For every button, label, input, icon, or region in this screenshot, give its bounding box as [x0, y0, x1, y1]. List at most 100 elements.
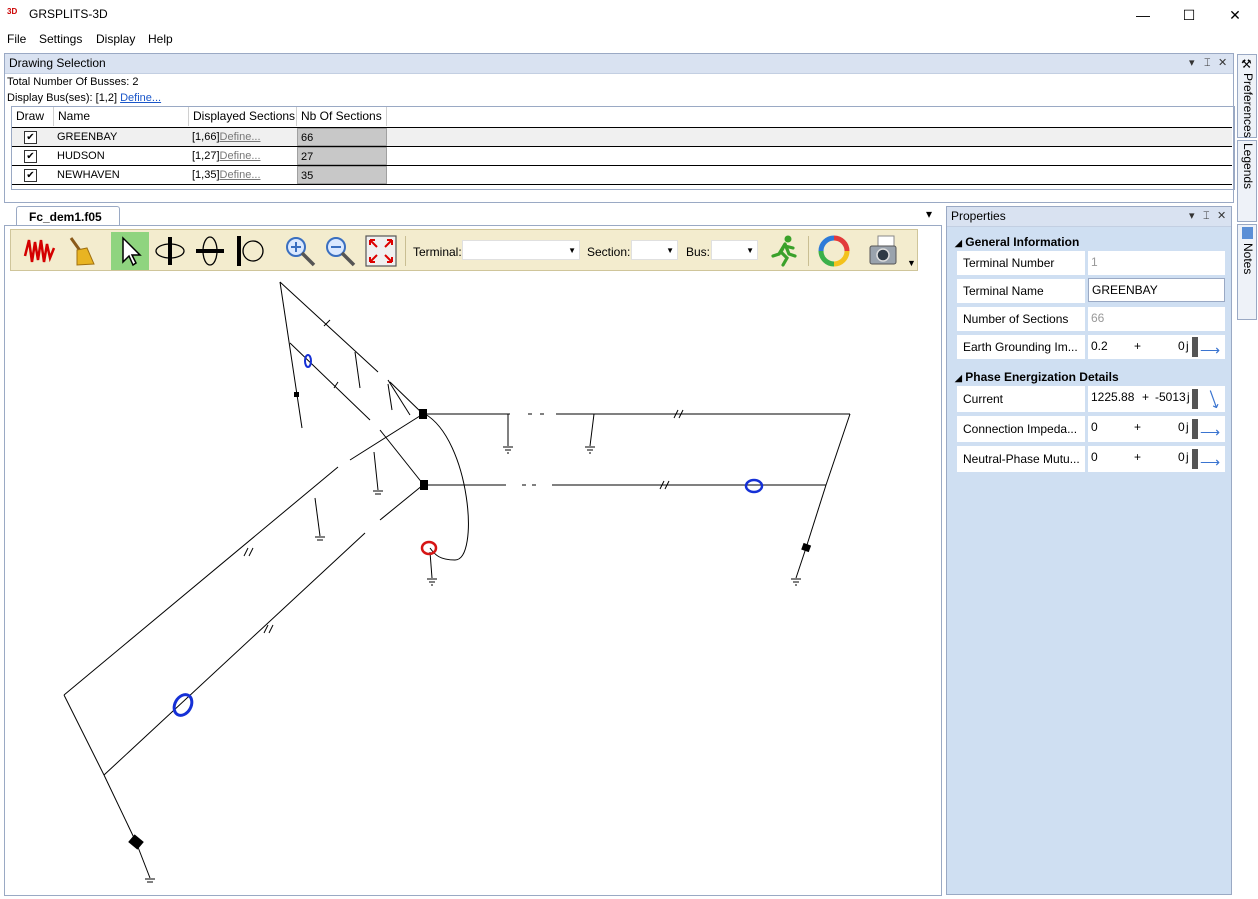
j-unit: j — [1186, 339, 1189, 353]
chevron-down-icon: ▼ — [746, 246, 754, 255]
col-displayed-sections[interactable]: Displayed Sections — [189, 107, 297, 126]
energization-marker-red[interactable] — [420, 540, 438, 556]
table-row[interactable]: ✔ HUDSON [1,27]Define... 27 — [12, 146, 1232, 165]
maximize-button[interactable]: ☐ — [1166, 0, 1212, 30]
arrow-down-icon[interactable]: ⟶ — [1200, 386, 1228, 412]
drawing-selection-header: Drawing Selection ▾ ⌶ ✕ — [5, 54, 1233, 74]
tab-fc-dem1[interactable]: Fc_dem1.f05 ✕ — [16, 206, 120, 244]
general-information-section[interactable]: ◢ General Information — [955, 235, 1079, 249]
arrow-right-icon[interactable]: ⟶ — [1200, 451, 1220, 473]
draw-checkbox[interactable]: ✔ — [24, 169, 37, 182]
notes-icon — [1242, 227, 1253, 239]
menu-settings[interactable]: Settings — [39, 32, 82, 46]
toolbar-overflow-icon[interactable]: ▼ — [907, 258, 916, 268]
displayed-sections: [1,35]Define... — [192, 169, 261, 181]
phase-energization-section[interactable]: ◢ Phase Energization Details — [955, 370, 1119, 384]
rotate-axis-icon[interactable] — [233, 234, 267, 268]
imag-part: 0 — [1178, 450, 1185, 464]
displayed-sections: [1,27]Define... — [192, 150, 261, 162]
dropdown-icon[interactable]: ▾ — [1189, 54, 1195, 73]
grounding-network-drawing[interactable] — [5, 272, 935, 890]
nb-sections[interactable]: 27 — [297, 147, 387, 165]
arrow-right-icon[interactable]: ⟶ — [1200, 339, 1220, 361]
rotate-horizontal-icon[interactable] — [193, 234, 227, 268]
earth-grounding-field[interactable]: 0.2 + 0 j ⟶ — [1088, 335, 1225, 359]
define-sections-link[interactable]: Define... — [220, 150, 261, 162]
terminal-select[interactable]: ▼ — [462, 240, 580, 260]
table-row[interactable]: ✔ NEWHAVEN [1,35]Define... 35 — [12, 165, 1232, 185]
toolbar-separator — [405, 236, 406, 266]
pin-icon[interactable]: ⌶ — [1203, 207, 1210, 226]
tab-preferences-label: Preferences — [1241, 73, 1255, 138]
tab-label: Fc_dem1.f05 — [29, 210, 102, 224]
nb-sections[interactable]: 66 — [297, 128, 387, 146]
nb-sections[interactable]: 35 — [297, 166, 387, 184]
tab-overflow-icon[interactable]: ▾ — [926, 207, 932, 221]
complex-toggle-icon[interactable] — [1192, 337, 1198, 357]
bus-label: Bus: — [686, 245, 711, 259]
pin-icon[interactable]: ⌶ — [1204, 54, 1211, 73]
dropdown-icon[interactable]: ▾ — [1189, 207, 1195, 226]
energization-marker-blue[interactable] — [171, 691, 196, 718]
section-select[interactable]: ▼ — [631, 240, 678, 260]
terminal-label: Terminal: — [413, 245, 462, 259]
close-panel-icon[interactable]: ✕ — [1218, 54, 1227, 73]
terminal-name-label: Terminal Name — [957, 279, 1085, 303]
tab-release-notes[interactable]: Release Notes — [1237, 224, 1258, 320]
draw-checkbox[interactable]: ✔ — [24, 131, 37, 144]
col-draw[interactable]: Draw — [12, 107, 54, 126]
terminal-number-label: Terminal Number — [957, 251, 1085, 275]
menu-display[interactable]: Display — [96, 32, 135, 46]
broom-icon[interactable] — [63, 234, 97, 268]
tab-preferences[interactable]: ⚒ Preferences — [1237, 54, 1257, 138]
current-field[interactable]: 1225.88 + -5013 j ⟶ — [1088, 386, 1225, 412]
minimize-button[interactable]: — — [1120, 0, 1166, 30]
neutral-phase-mutual-field[interactable]: 0 + 0 j ⟶ — [1088, 446, 1225, 472]
zoom-out-icon[interactable] — [323, 234, 357, 268]
plus-sign: + — [1134, 420, 1142, 434]
run-icon[interactable] — [767, 234, 801, 268]
arrow-right-icon[interactable]: ⟶ — [1200, 421, 1220, 443]
imag-part: 0 — [1178, 339, 1185, 353]
terminal-number-value: 1 — [1088, 251, 1225, 275]
terminal-name-field[interactable]: GREENBAY — [1088, 278, 1225, 302]
color-cycle-icon[interactable] — [817, 234, 851, 268]
table-row[interactable]: ✔ GREENBAY [1,66]Define... 66 — [12, 127, 1232, 146]
zoom-in-icon[interactable] — [283, 234, 317, 268]
tab-color-legends[interactable]: Color Legends — [1237, 140, 1258, 222]
cursor-arrow-icon[interactable] — [113, 234, 147, 268]
tab-color-legends-label: Color Legends — [1241, 143, 1258, 190]
connection-impedance-label: Connection Impeda... — [957, 416, 1085, 442]
menu-bar — [0, 30, 1258, 50]
col-name[interactable]: Name — [54, 107, 189, 126]
waveform-icon[interactable] — [23, 234, 57, 268]
drawing-selection-panel: Drawing Selection ▾ ⌶ ✕ Total Number Of … — [4, 53, 1235, 203]
tools-icon: ⚒ — [1241, 57, 1252, 71]
draw-checkbox[interactable]: ✔ — [24, 150, 37, 163]
energization-marker-blue[interactable] — [744, 478, 764, 494]
camera-icon[interactable] — [866, 234, 900, 268]
close-panel-icon[interactable]: ✕ — [1217, 207, 1226, 226]
menu-help[interactable]: Help — [148, 32, 173, 46]
menu-file[interactable]: File — [7, 32, 26, 46]
define-sections-link[interactable]: Define... — [220, 131, 261, 143]
close-button[interactable]: ✕ — [1212, 0, 1258, 30]
imag-part: 0 — [1178, 420, 1185, 434]
define-busses-link[interactable]: Define... — [120, 92, 161, 104]
complex-toggle-icon[interactable] — [1192, 389, 1198, 409]
display-busses-label: Display Bus(ses): [1,2] Define... — [7, 92, 162, 104]
complex-toggle-icon[interactable] — [1192, 419, 1198, 439]
bus-table: Draw Name Displayed Sections Nb Of Secti… — [11, 106, 1235, 190]
bus-select[interactable]: ▼ — [711, 240, 758, 260]
connection-impedance-field[interactable]: 0 + 0 j ⟶ — [1088, 416, 1225, 442]
define-sections-link[interactable]: Define... — [220, 169, 261, 181]
app-icon: 3D — [7, 7, 18, 16]
chevron-down-icon: ▼ — [568, 246, 576, 255]
chevron-down-icon: ▼ — [666, 246, 674, 255]
rotate-vertical-icon[interactable] — [153, 234, 187, 268]
j-unit: j — [1186, 420, 1189, 434]
complex-toggle-icon[interactable] — [1192, 449, 1198, 469]
col-nb-sections[interactable]: Nb Of Sections — [297, 107, 387, 126]
fit-to-window-icon[interactable] — [364, 234, 398, 268]
ground-symbols — [145, 446, 801, 883]
